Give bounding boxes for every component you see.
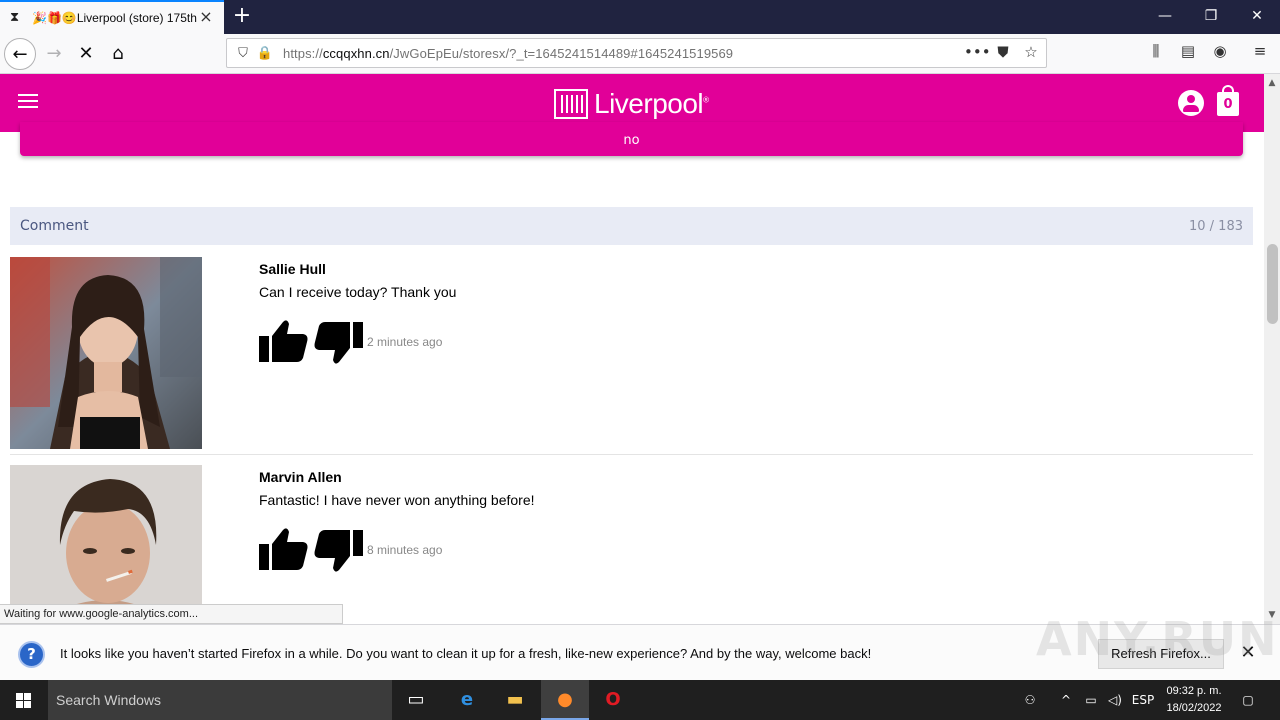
taskbar-search-input[interactable]: Search Windows: [48, 680, 392, 720]
notifications-icon[interactable]: ▢: [1236, 680, 1260, 720]
tray-chevron-icon[interactable]: ^: [1056, 680, 1076, 720]
url-bar[interactable]: ⛉ 🔒 https://ccqqxhn.cn/JwGoEpEu/storesx/…: [226, 38, 1047, 68]
back-button[interactable]: ←: [4, 38, 36, 70]
question-icon: ?: [18, 641, 45, 668]
edge-icon[interactable]: e: [443, 680, 491, 720]
comments-count: 10 / 183: [1189, 218, 1243, 234]
tab-title: 🎉🎁😊Liverpool (store) 175th: [32, 11, 197, 25]
liverpool-logo[interactable]: Liverpool®: [554, 86, 709, 122]
new-tab-button[interactable]: +: [230, 4, 254, 28]
menu-icon[interactable]: [18, 94, 38, 110]
comment-author: Marvin Allen: [259, 469, 342, 485]
navigation-toolbar: ← → ✕ ⌂ ⛉ 🔒 https://ccqqxhn.cn/JwGoEpEu/…: [0, 34, 1280, 74]
tab-strip: ⧗ 🎉🎁😊Liverpool (store) 175th × + — ❐ ✕: [0, 0, 1280, 34]
minimize-button[interactable]: —: [1142, 0, 1188, 32]
start-button[interactable]: [0, 680, 48, 720]
people-icon[interactable]: ⚇: [1018, 680, 1042, 720]
thumbs-down-icon[interactable]: [311, 318, 363, 366]
avatar: [10, 465, 202, 624]
restore-button[interactable]: ❐: [1188, 0, 1234, 32]
pocket-icon[interactable]: ⛊: [992, 43, 1014, 61]
close-tab-icon[interactable]: ×: [198, 9, 214, 25]
volume-icon[interactable]: ◁): [1104, 680, 1126, 720]
language-indicator[interactable]: ESP: [1128, 680, 1158, 720]
comment-actions: 8 minutes ago: [259, 526, 535, 574]
bookmark-star-icon[interactable]: ☆: [1020, 43, 1042, 61]
windows-taskbar: Search Windows ▭ e ▬ ● O ⚇ ^ ▭ ◁) ESP 09…: [0, 680, 1280, 720]
forward-button[interactable]: →: [38, 38, 70, 70]
comment-actions: 2 minutes ago: [259, 318, 456, 366]
scrollbar-thumb[interactable]: [1267, 244, 1278, 324]
scroll-up-icon[interactable]: ▲: [1266, 78, 1278, 90]
comment-author: Sallie Hull: [259, 261, 326, 277]
thumbs-down-icon[interactable]: [311, 526, 363, 574]
user-account-icon[interactable]: [1178, 90, 1204, 116]
clock[interactable]: 09:32 p. m. 18/02/2022: [1160, 683, 1228, 717]
web-page: Liverpool® 0 no Comment 10 / 183 Sallie …: [0, 74, 1264, 624]
stop-loading-button[interactable]: ✕: [70, 38, 102, 70]
cart-count: 0: [1223, 97, 1233, 112]
logo-text: Liverpool®: [594, 88, 709, 119]
clock-time: 09:32 p. m.: [1166, 685, 1222, 697]
logo-mark-icon: [554, 89, 588, 119]
opera-icon[interactable]: O: [589, 680, 637, 720]
answer-banner-button[interactable]: no: [20, 122, 1243, 156]
task-view-icon[interactable]: ▭: [392, 680, 440, 720]
comments-header: Comment 10 / 183: [10, 207, 1253, 245]
status-bar: Waiting for www.google-analytics.com...: [0, 604, 343, 624]
comments-title: Comment: [20, 218, 89, 234]
thumbs-up-icon[interactable]: [259, 318, 311, 366]
home-button[interactable]: ⌂: [102, 38, 134, 70]
notification-text: It looks like you haven’t started Firefo…: [60, 646, 872, 661]
close-window-button[interactable]: ✕: [1234, 0, 1280, 32]
comment-body: Sallie Hull Can I receive today? Thank y…: [259, 257, 456, 366]
library-icon[interactable]: ⫼: [1145, 42, 1167, 64]
page-actions-icon[interactable]: •••: [964, 43, 991, 61]
network-icon[interactable]: ▭: [1080, 680, 1102, 720]
avatar: [10, 257, 202, 449]
sidebar-icon[interactable]: ▤: [1177, 42, 1199, 64]
comment-text: Fantastic! I have never won anything bef…: [259, 492, 535, 508]
account-icon[interactable]: ◉: [1209, 42, 1231, 64]
file-explorer-icon[interactable]: ▬: [491, 680, 539, 720]
clock-date: 18/02/2022: [1166, 702, 1222, 714]
hamburger-menu-icon[interactable]: ≡: [1249, 42, 1271, 64]
shopping-bag-icon[interactable]: 0: [1217, 85, 1239, 116]
comment-item: Sallie Hull Can I receive today? Thank y…: [10, 257, 1253, 457]
hourglass-icon: ⧗: [10, 10, 20, 25]
shield-icon[interactable]: ⛉: [233, 46, 253, 61]
comment-time: 8 minutes ago: [367, 543, 443, 557]
watermark-logo: ANY.RUN: [1036, 612, 1279, 666]
comment-divider: [10, 454, 1253, 455]
page-scrollbar[interactable]: ▲ ▼: [1264, 74, 1280, 624]
url-text[interactable]: https://ccqqxhn.cn/JwGoEpEu/storesx/?_t=…: [283, 46, 733, 61]
thumbs-up-icon[interactable]: [259, 526, 311, 574]
browser-tab[interactable]: ⧗ 🎉🎁😊Liverpool (store) 175th ×: [0, 0, 224, 34]
comment-body: Marvin Allen Fantastic! I have never won…: [259, 465, 535, 574]
lock-icon[interactable]: 🔒: [255, 46, 275, 61]
comment-time: 2 minutes ago: [367, 335, 443, 349]
comment-item: Marvin Allen Fantastic! I have never won…: [10, 465, 1253, 624]
firefox-icon[interactable]: ●: [541, 680, 589, 720]
comment-text: Can I receive today? Thank you: [259, 284, 457, 300]
